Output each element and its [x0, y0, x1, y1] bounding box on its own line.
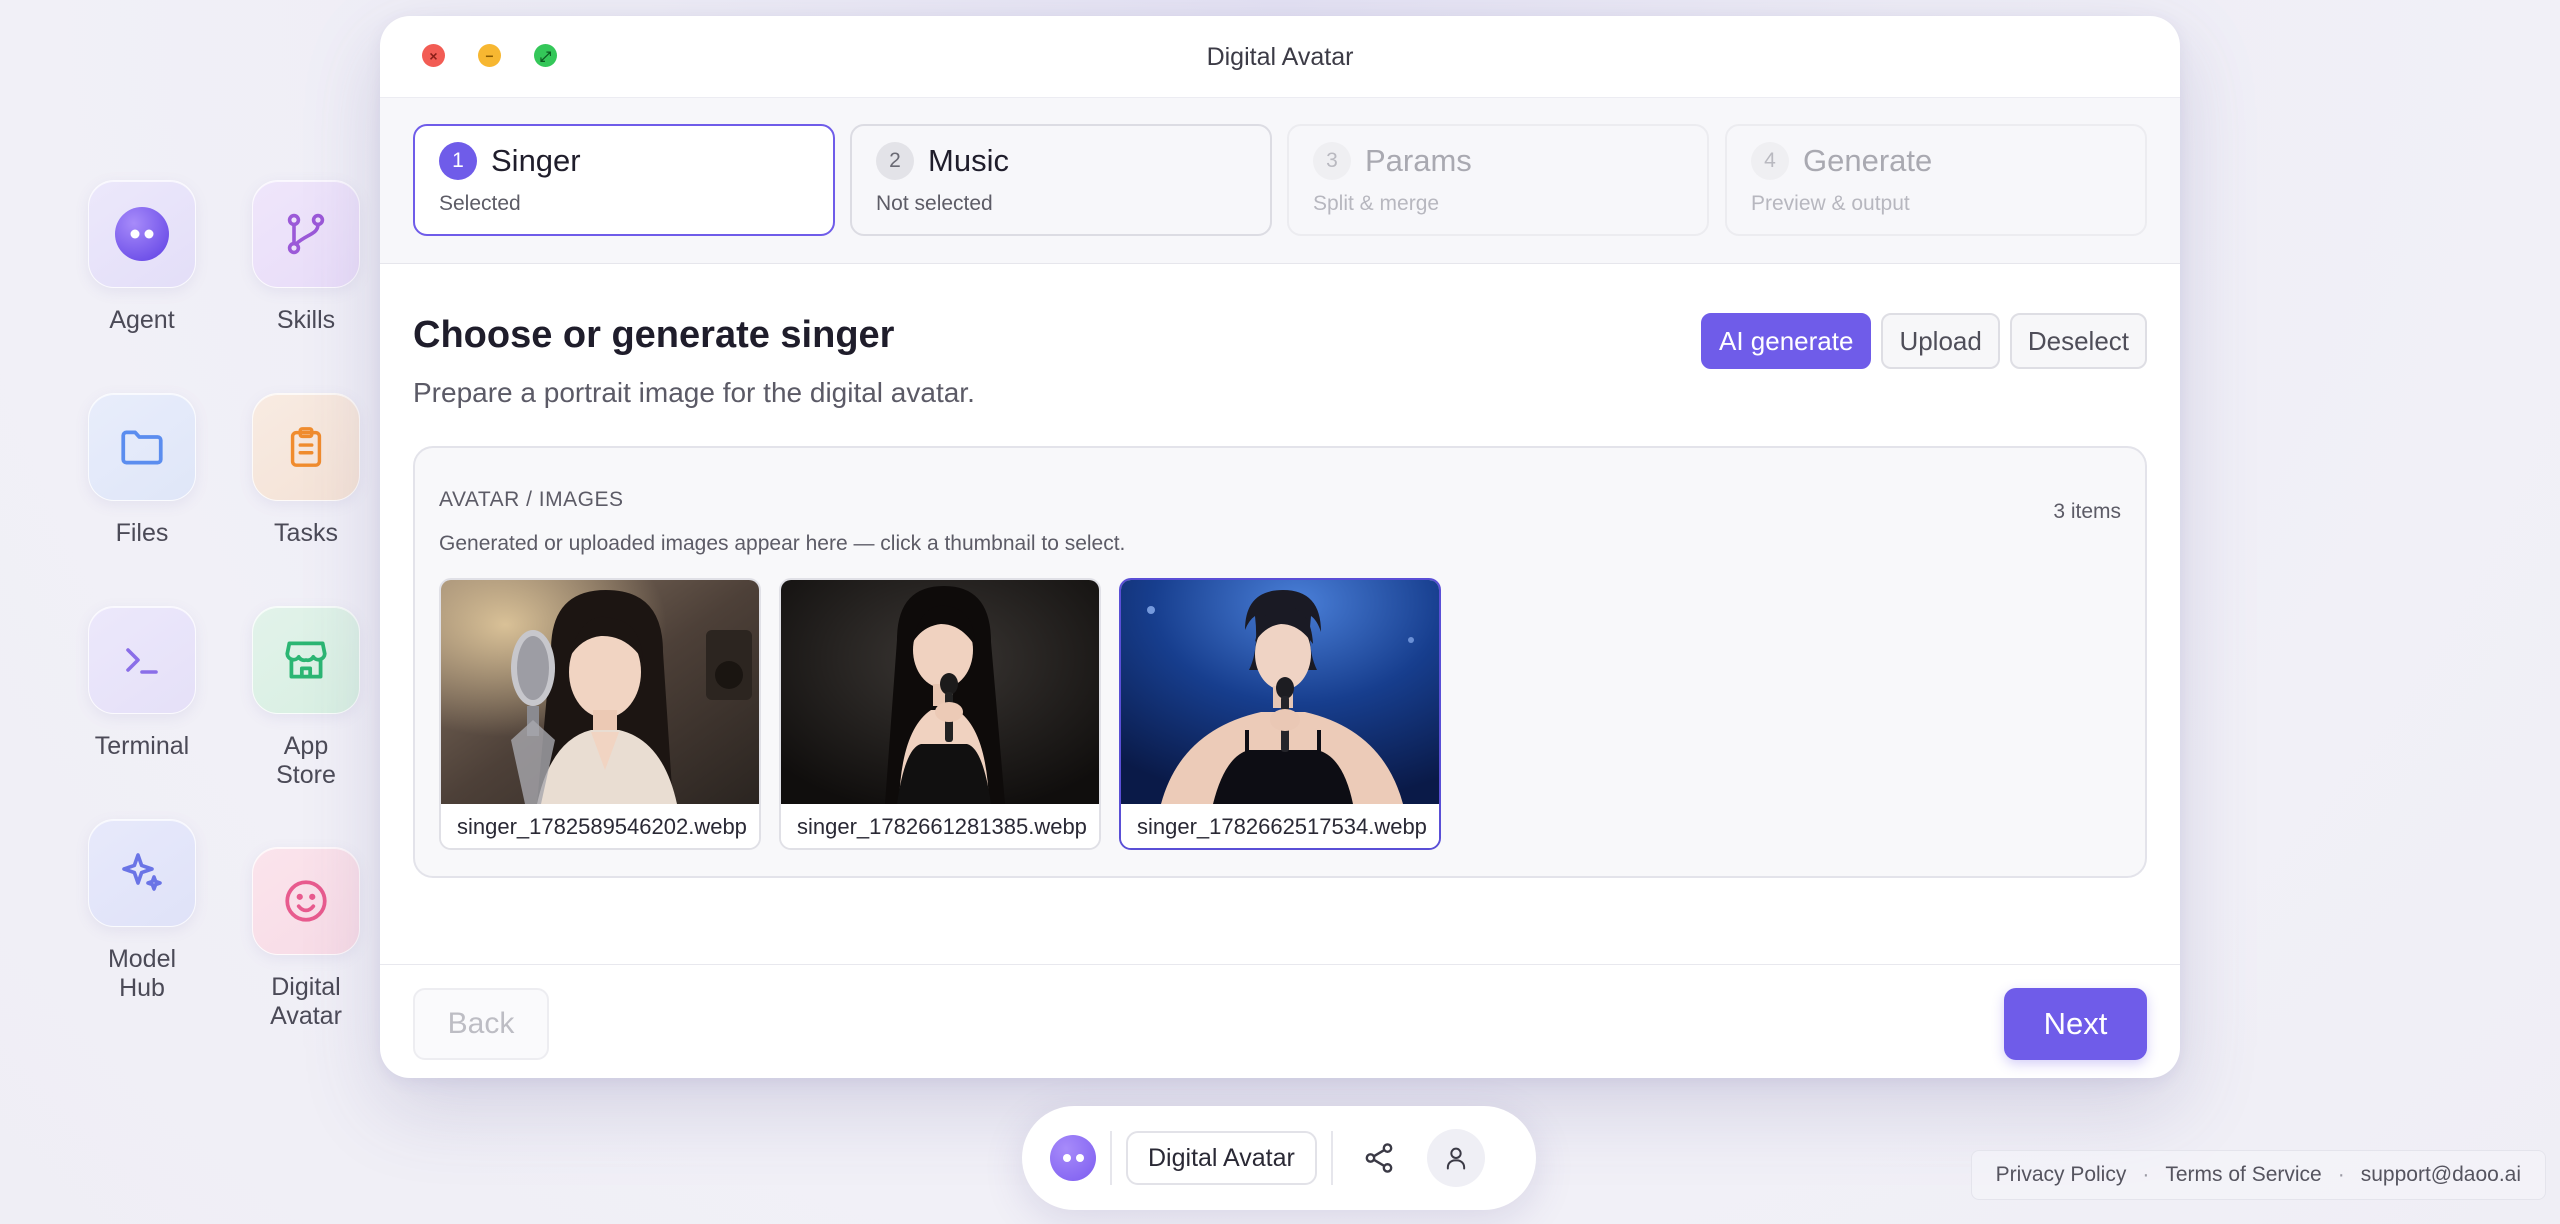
legal-links: Privacy Policy · Terms of Service · supp…	[1970, 1150, 2546, 1200]
dock: Digital Avatar	[1022, 1106, 1536, 1210]
store-icon	[285, 641, 327, 679]
desktop-icon-label: Tasks	[274, 519, 338, 547]
gallery-description: Generated or uploaded images appear here…	[439, 532, 1126, 555]
terminal-tile	[88, 606, 196, 714]
desktop-icon-digital-avatar[interactable]: Digital Avatar	[226, 847, 386, 1031]
branch-icon	[287, 213, 325, 255]
upload-button[interactable]: Upload	[1881, 313, 2000, 369]
step-number: 3	[1313, 142, 1351, 180]
step-number: 1	[439, 142, 477, 180]
terminal-icon	[126, 648, 158, 674]
window-title: Digital Avatar	[1206, 43, 1354, 71]
next-button[interactable]: Next	[2004, 988, 2147, 1060]
dock-divider	[1330, 1131, 1333, 1185]
step-generate: 4 Generate Preview & output	[1725, 124, 2147, 236]
desktop-icon-label: Files	[115, 519, 169, 547]
thumbnail-item[interactable]: singer_1782589546202.webp	[439, 578, 761, 850]
footer-divider	[380, 964, 2180, 965]
thumbnail-filename: singer_1782662517534.webp	[1121, 804, 1439, 848]
model-hub-tile	[88, 819, 196, 927]
dock-divider	[1110, 1131, 1112, 1185]
terms-of-service-link[interactable]: Terms of Service	[2165, 1163, 2321, 1187]
skills-tile	[252, 180, 360, 288]
thumbnail-list: singer_1782589546202.webp singer_1782661…	[439, 578, 2121, 850]
thumbnail-filename: singer_1782589546202.webp	[441, 804, 759, 848]
image-gallery: AVATAR / IMAGES Generated or uploaded im…	[413, 446, 2147, 878]
step-title: Params	[1365, 143, 1472, 178]
thumbnail-filename: singer_1782661281385.webp	[781, 804, 1099, 848]
step-number: 2	[876, 142, 914, 180]
desktop-icon-label: Terminal	[94, 732, 190, 760]
step-status: Split & merge	[1313, 192, 1440, 215]
deselect-button[interactable]: Deselect	[2009, 313, 2147, 369]
singer-image	[781, 580, 1099, 804]
clipboard-icon	[290, 427, 322, 467]
step-number: 4	[1751, 142, 1789, 180]
folder-icon	[121, 430, 163, 465]
digital-avatar-tile	[252, 847, 360, 955]
gallery-count: 3 items	[2053, 500, 2121, 523]
desktop-icon-label: Agent	[109, 306, 175, 334]
desktop-icon-tasks[interactable]: Tasks	[226, 393, 386, 548]
support-email-link[interactable]: support@daoo.ai	[2361, 1163, 2521, 1187]
smiley-icon	[285, 880, 327, 922]
step-title: Generate	[1803, 143, 1933, 178]
digital-avatar-window: × − ⤢ Digital Avatar 1 Singer Selected 2M…	[380, 16, 2180, 1078]
sparkle-icon	[122, 853, 162, 891]
window-titlebar: × − ⤢ Digital Avatar	[380, 16, 2180, 98]
step-title: Singer	[491, 143, 581, 178]
step-singer[interactable]: 1 Singer Selected	[413, 124, 835, 236]
agent-logo-icon	[115, 207, 169, 261]
step-title: Music	[928, 143, 1009, 178]
app-store-tile	[252, 606, 360, 714]
singer-panel: Choose or generate singer Prepare a port…	[413, 266, 2147, 878]
ai-generate-button[interactable]: AI generate	[1701, 313, 1872, 369]
desktop-icon-label: App Store	[276, 732, 336, 789]
page-subtitle: Prepare a portrait image for the digital…	[413, 377, 975, 408]
step-params: 3 Params Split & merge	[1287, 124, 1709, 236]
tasks-tile	[252, 393, 360, 501]
desktop-icon-skills[interactable]: Skills	[226, 180, 386, 335]
singer-actions: AI generate Upload Deselect	[1701, 313, 2147, 369]
desktop-icon-label: Skills	[276, 306, 336, 334]
desktop-icon-agent[interactable]: Agent	[62, 180, 222, 335]
desktop-icon-model-hub[interactable]: Model Hub	[62, 819, 222, 1003]
user-icon[interactable]	[1426, 1129, 1485, 1187]
desktop-icon-files[interactable]: Files	[62, 393, 222, 548]
thumbnail-item-selected[interactable]: singer_1782662517534.webp	[1119, 578, 1441, 850]
dock-app-digital-avatar[interactable]: Digital Avatar	[1126, 1131, 1317, 1185]
thumbnail-item[interactable]: singer_1782661281385.webp	[779, 578, 1101, 850]
back-button[interactable]: Back	[413, 988, 549, 1060]
desktop-icon-label: Digital Avatar	[270, 973, 342, 1030]
stepper: 1 Singer Selected 2 Music Not selected 3 Pa…	[380, 98, 2180, 264]
separator: ·	[2337, 1163, 2345, 1186]
singer-image	[1121, 580, 1439, 804]
step-status: Preview & output	[1751, 192, 1910, 215]
share-icon[interactable]	[1351, 1130, 1407, 1186]
step-status: Not selected	[876, 192, 993, 215]
desktop-icon-app-store[interactable]: App Store	[226, 606, 386, 790]
step-status: Selected	[439, 192, 521, 215]
desktop-icon-terminal[interactable]: Terminal	[62, 606, 222, 761]
step-music[interactable]: 2 Music Not selected	[850, 124, 1272, 236]
files-tile	[88, 393, 196, 501]
agent-tile	[88, 180, 196, 288]
gallery-title: AVATAR / IMAGES	[439, 488, 624, 511]
separator: ·	[2142, 1163, 2150, 1186]
agent-logo-icon[interactable]	[1050, 1135, 1096, 1181]
singer-image	[441, 580, 759, 804]
desktop-icon-label: Model Hub	[107, 945, 177, 1002]
privacy-policy-link[interactable]: Privacy Policy	[1996, 1163, 2127, 1187]
